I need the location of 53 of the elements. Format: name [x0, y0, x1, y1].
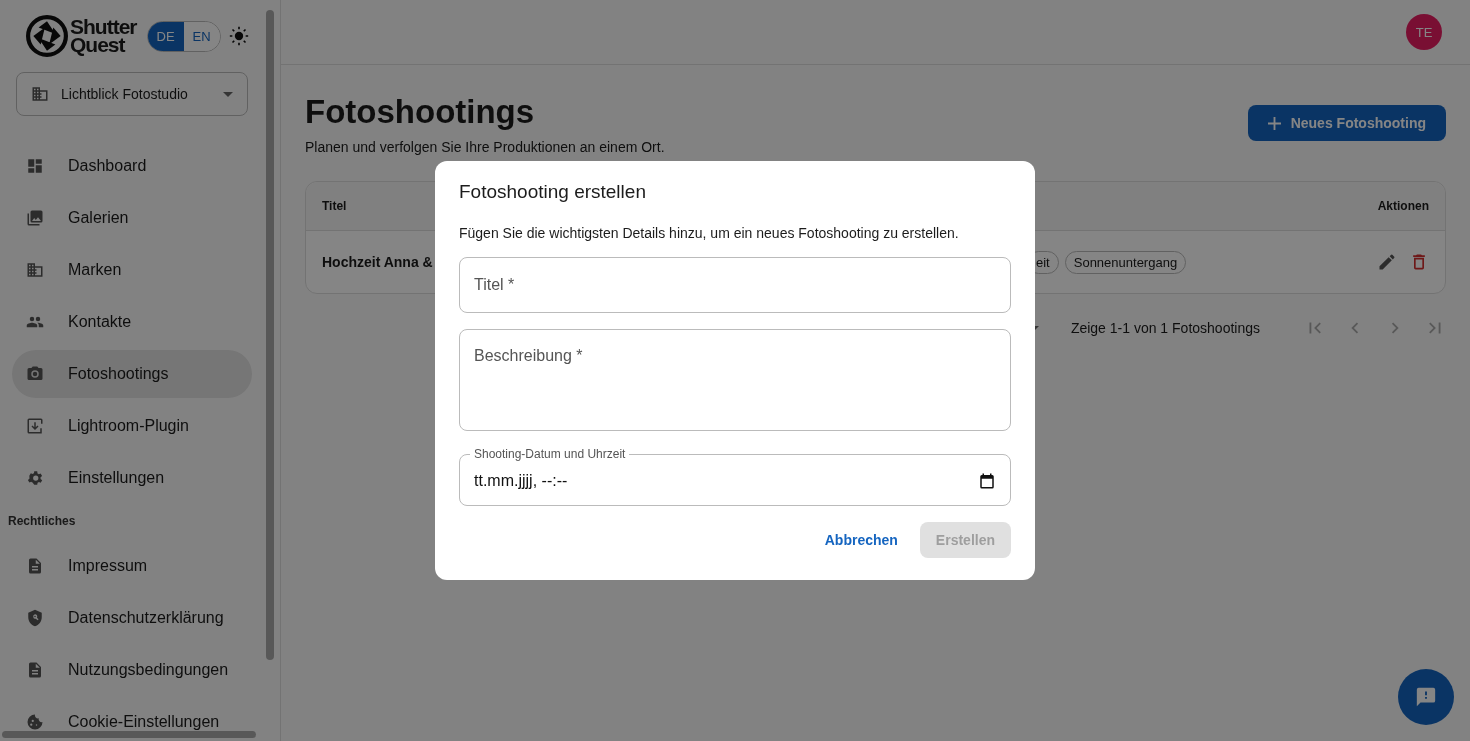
feedback-button[interactable] — [1398, 669, 1454, 725]
scrollbar-thumb[interactable] — [266, 10, 274, 660]
cancel-button[interactable]: Abbrechen — [818, 522, 904, 558]
nav-item[interactable]: Nutzungsbedingungen — [12, 646, 252, 694]
camera-icon — [26, 365, 44, 383]
user-avatar[interactable]: TE — [1406, 14, 1442, 50]
plus-icon — [1267, 116, 1281, 130]
document-icon — [26, 557, 44, 575]
nav-item[interactable]: Marken — [12, 246, 252, 294]
pagination-info: Zeige 1-1 von 1 Fotoshootings — [1070, 320, 1260, 336]
nav-item[interactable]: Dashboard — [12, 142, 252, 190]
logo-text: Quest — [70, 36, 126, 54]
nav-item[interactable]: Impressum — [12, 542, 252, 590]
dialog-title: Fotoshooting erstellen — [459, 181, 647, 203]
nav-item[interactable]: Lightroom-Plugin — [12, 402, 252, 450]
building-icon — [26, 261, 44, 279]
nav-item[interactable]: Datenschutzerklärung — [12, 594, 252, 642]
nav-item[interactable]: Kontakte — [12, 298, 252, 346]
caret-icon — [223, 91, 233, 97]
nav-item[interactable]: Galerien — [12, 194, 252, 242]
scrollbar-thumb[interactable] — [2, 731, 256, 738]
table-cell-text: Hochzeit Anna & — [322, 254, 434, 270]
description-field[interactable]: Beschreibung * — [459, 329, 1011, 431]
column-header: Aktionen — [1377, 199, 1429, 213]
logo-text: Shutter — [70, 18, 137, 36]
cookie-icon — [26, 713, 44, 730]
date-time-field[interactable]: Shooting-Datum und Uhrzeit tt.mm.jjjj, --:-- — [459, 447, 1011, 506]
nav-item[interactable]: Einstellungen — [12, 454, 252, 502]
document-icon — [26, 661, 44, 679]
calendar-icon — [978, 472, 996, 490]
shield-icon — [26, 609, 44, 627]
sun-icon[interactable] — [228, 26, 249, 46]
page-title: Fotoshootings — [305, 93, 536, 131]
column-header: Titel — [322, 199, 347, 213]
download-icon — [26, 417, 44, 435]
dialog-description: Fügen Sie die wichtigsten Details hinzu, um ein neues Fotoshooting zu erstellen. — [459, 225, 960, 241]
nav-item[interactable]: Fotoshootings — [12, 350, 252, 398]
page-subtitle: Planen und verfolgen Sie Ihre Produktionen an einem Ort. — [305, 139, 665, 155]
field-label: Shooting-Datum und Uhrzeit — [473, 447, 627, 461]
new-shooting-button[interactable]: Neues Fotoshooting — [1247, 105, 1446, 141]
title-field[interactable]: Titel * — [459, 257, 1011, 313]
edit-icon[interactable] — [1377, 252, 1397, 272]
building-icon — [31, 85, 49, 103]
feedback-icon — [1415, 686, 1437, 708]
studio-select[interactable]: Lichtblick Fotostudio — [16, 72, 248, 116]
nav-item[interactable]: Cookie-Einstellungen — [12, 698, 252, 730]
dashboard-icon — [26, 157, 44, 175]
aperture-logo-icon — [26, 15, 68, 57]
settings-icon — [26, 469, 44, 487]
language-toggle[interactable]: DE — [147, 21, 184, 51]
section-heading: Rechtliches — [7, 513, 77, 530]
image-stack-icon — [26, 209, 44, 227]
date-placeholder: tt.mm.jjjj, --:-- — [474, 472, 568, 490]
